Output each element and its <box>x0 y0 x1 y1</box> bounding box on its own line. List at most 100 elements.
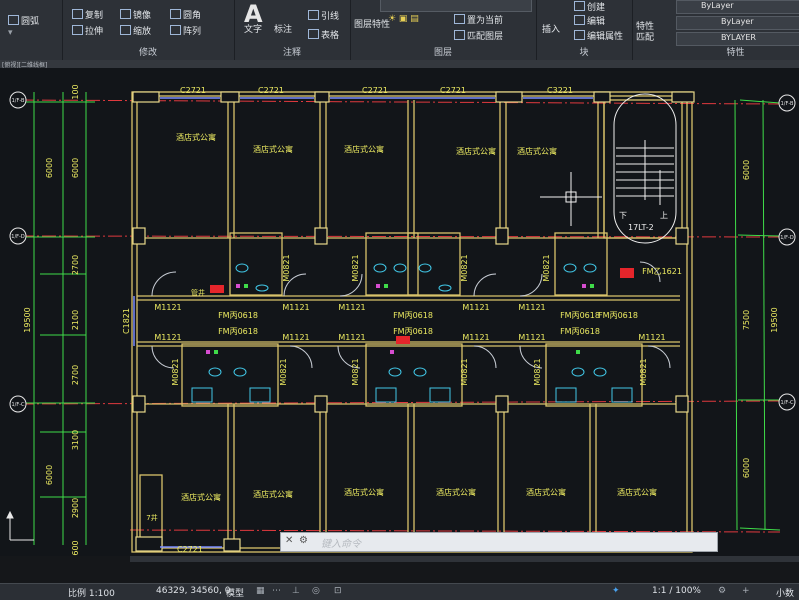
array-tool[interactable]: 阵列 <box>170 24 201 37</box>
set-current-button[interactable]: 置为当前 <box>454 13 503 26</box>
stair-label: 17LT-2 <box>628 223 654 232</box>
shaft-label: 管井 <box>191 288 205 297</box>
dim-6000-b: 6000 <box>45 158 54 178</box>
more-draw-tool[interactable]: ▾ <box>8 28 13 38</box>
layout-tab-bar <box>130 556 799 562</box>
stretch-tool[interactable]: 拉伸 <box>72 24 103 37</box>
annotation-scale[interactable]: 1:1 / 100% <box>652 586 701 596</box>
stair-up-label: 上 <box>660 211 668 220</box>
fillet-tool[interactable]: 圆角 <box>170 8 201 21</box>
linetype-dropdown[interactable]: ByLayer <box>676 16 799 30</box>
edit-attribute-icon <box>574 30 585 40</box>
annotation-icon[interactable]: ✦ <box>612 586 620 596</box>
create-block-button[interactable]: 创建 <box>574 0 605 13</box>
match-layer-button[interactable]: 匹配图层 <box>454 29 503 42</box>
units-label[interactable]: 小数 <box>776 586 794 599</box>
room-label: 酒店式公寓 <box>344 144 384 154</box>
dim-2700-a: 2700 <box>71 255 80 275</box>
plus-icon[interactable]: + <box>742 586 750 596</box>
walls <box>131 91 693 553</box>
drawing-canvas[interactable]: 1/F-B 1/F-D 1/F-C 1/F-B 1/F-D 1/F-C 100 … <box>0 68 799 556</box>
block-panel-label[interactable]: 块 <box>536 45 632 58</box>
ortho-icon[interactable]: ⊥ <box>292 586 300 596</box>
axis-label-right-2: 1/F-D <box>780 235 794 241</box>
axis-label-right-3: 1/F-C <box>780 400 794 406</box>
door-label: M1121 <box>518 303 545 312</box>
leader-tool[interactable]: 引线 <box>308 9 339 22</box>
room-label: 酒店式公寓 <box>526 487 566 497</box>
axis-label-right-1: 1/F-B <box>781 101 794 107</box>
modify-panel-label[interactable]: 修改 <box>62 45 234 58</box>
room-label: 酒店式公寓 <box>253 144 293 154</box>
bath-door-label: M0821 <box>460 254 469 281</box>
room-label: 酒店式公寓 <box>517 146 557 156</box>
window-label-side: C1821 <box>122 308 131 334</box>
color-dropdown[interactable]: ByLayer <box>676 0 799 14</box>
edit-attribute-button[interactable]: 编辑属性 <box>574 29 623 42</box>
close-icon[interactable]: ✕ <box>285 535 293 546</box>
dim-100: 100 <box>71 84 80 99</box>
scale-tool[interactable]: 缩放 <box>120 24 151 37</box>
room-label: 酒店式公寓 <box>456 146 496 156</box>
fire-door-label: FM丙0618 <box>393 311 433 320</box>
polar-icon[interactable]: ◎ <box>312 586 320 596</box>
door-label: M1121 <box>638 333 665 342</box>
dim-6000-c: 6000 <box>45 465 54 485</box>
mirror-tool[interactable]: 镜像 <box>120 8 151 21</box>
dim-right-6000-a: 6000 <box>742 160 751 180</box>
annotation-panel: A 文字 标注 引线 表格 注释 <box>234 0 351 60</box>
door-label: M1121 <box>338 303 365 312</box>
block-panel: 插入 创建 编辑 编辑属性 块 <box>536 0 633 60</box>
model-space-button[interactable]: 模型 <box>226 586 244 599</box>
settings-icon[interactable]: ⚙ <box>718 586 726 596</box>
snap-icon[interactable]: ⋯ <box>272 586 281 596</box>
room-label: 酒店式公寓 <box>176 132 216 142</box>
axis-label-left-2: 1/F-D <box>11 234 25 240</box>
arc-icon <box>8 15 19 25</box>
text-tool-label[interactable]: 文字 <box>244 22 262 35</box>
create-block-icon <box>574 1 585 11</box>
status-bar: 比例 1:100 46329, 34560, 0 模型 ▦ ⋯ ⊥ ◎ ⊡ ✦ … <box>0 583 799 600</box>
table-tool[interactable]: 表格 <box>308 28 339 41</box>
bath-door-label: M0821 <box>351 358 360 385</box>
command-input[interactable]: 键入命令 <box>321 535 361 550</box>
dim-3100: 3100 <box>71 430 80 450</box>
osnap-icon[interactable]: ⊡ <box>334 586 342 596</box>
fire-door-label: FM丙0618 <box>598 311 638 320</box>
properties-panel-label[interactable]: 特性 <box>672 45 799 58</box>
scale-indicator[interactable]: 比例 1:100 <box>68 586 115 599</box>
lightbulb-icon[interactable]: ☀ ▣ ▤ <box>388 14 419 24</box>
command-line[interactable]: ✕ ⚙ 键入命令 <box>280 532 718 552</box>
room-label: 酒店式公寓 <box>253 489 293 499</box>
dim-2100: 2100 <box>71 310 80 330</box>
insert-block-button[interactable]: 插入 <box>542 22 560 35</box>
stair-door-label: FM乙1621 <box>642 267 682 276</box>
ribbon: 圆弧 ▾ 复制 镜像 圆角 拉伸 缩放 阵列 修改 A 文字 标注 引线 表格 … <box>0 0 799 61</box>
layer-properties-button[interactable]: 图层特性 <box>354 20 390 31</box>
fire-door-label: FM丙0618 <box>393 327 433 336</box>
viewport-header: [俯视][二维线框] <box>0 60 799 69</box>
bath-door-label: M0821 <box>282 254 291 281</box>
windows <box>133 97 593 548</box>
copy-tool[interactable]: 复制 <box>72 8 103 21</box>
match-layer-icon <box>454 30 465 40</box>
dim-total-right: 19500 <box>770 307 779 332</box>
arc-tool[interactable]: 圆弧 <box>8 14 39 27</box>
edit-block-button[interactable]: 编辑 <box>574 14 605 27</box>
floor-plan: 1/F-B 1/F-D 1/F-C 1/F-B 1/F-D 1/F-C 100 … <box>6 84 796 556</box>
window-label-3: C2721 <box>362 86 388 95</box>
lineweight-dropdown[interactable]: BYLAYER <box>676 32 799 46</box>
annotation-panel-label[interactable]: 注释 <box>234 45 350 58</box>
draw-panel: 圆弧 ▾ <box>0 0 63 60</box>
door-label: M1121 <box>338 333 365 342</box>
layer-panel-label[interactable]: 图层 <box>350 45 536 58</box>
room-label: 酒店式公寓 <box>344 487 384 497</box>
wrench-icon[interactable]: ⚙ <box>299 535 308 546</box>
layer-dropdown[interactable] <box>380 0 532 12</box>
grid-icon[interactable]: ▦ <box>256 586 265 596</box>
mirror-icon <box>120 9 131 19</box>
dimension-tool-label[interactable]: 标注 <box>274 22 292 35</box>
dim-right-7500: 7500 <box>742 310 751 330</box>
match-properties-button[interactable]: 特性匹配 <box>636 22 660 44</box>
dim-total-left: 19500 <box>23 307 32 332</box>
